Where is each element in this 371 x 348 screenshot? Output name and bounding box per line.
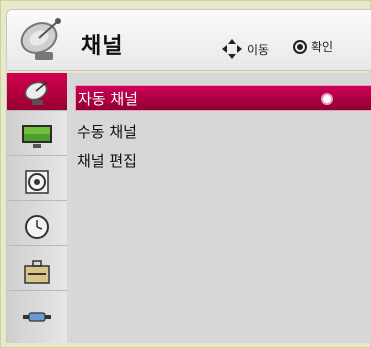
sidebar-item-channel[interactable]: [7, 73, 67, 111]
sidebar-item-options[interactable]: [7, 253, 67, 291]
page-title: 채널: [81, 34, 124, 59]
ok-hint: 확인: [293, 38, 333, 55]
ok-button-icon: [293, 39, 307, 54]
move-hint: 이동: [221, 38, 269, 60]
menu-item-label: 자동 채널: [78, 89, 138, 108]
category-sidebar: [6, 73, 67, 343]
toolbox-icon: [24, 259, 50, 284]
cable-icon: [23, 312, 51, 322]
ok-hint-label: 확인: [311, 40, 334, 54]
sidebar-item-audio[interactable]: [7, 163, 67, 201]
move-hint-label: 이동: [247, 42, 270, 57]
clock-icon: [25, 214, 49, 239]
menu-item-auto-channel[interactable]: 자동 채널: [75, 85, 371, 111]
speaker-icon: [25, 169, 49, 194]
sidebar-item-input[interactable]: [7, 298, 67, 336]
satellite-dish-icon: [20, 18, 61, 60]
menu-item-manual-channel[interactable]: 수동 채널: [75, 118, 371, 144]
satellite-dish-icon: [24, 80, 48, 105]
menu-panel: 자동 채널 수동 채널 채널 편집: [67, 73, 371, 343]
menu-header: 채널 이동 확인: [6, 9, 371, 71]
sidebar-item-picture[interactable]: [7, 118, 67, 156]
monitor-icon: [22, 124, 52, 148]
four-way-arrow-icon: [222, 39, 242, 59]
selected-indicator-icon: [323, 95, 331, 103]
menu-item-label: 수동 채널: [77, 122, 137, 141]
menu-item-channel-edit[interactable]: 채널 편집: [75, 147, 371, 173]
menu-item-label: 채널 편집: [77, 151, 137, 170]
sidebar-item-time[interactable]: [7, 208, 67, 246]
